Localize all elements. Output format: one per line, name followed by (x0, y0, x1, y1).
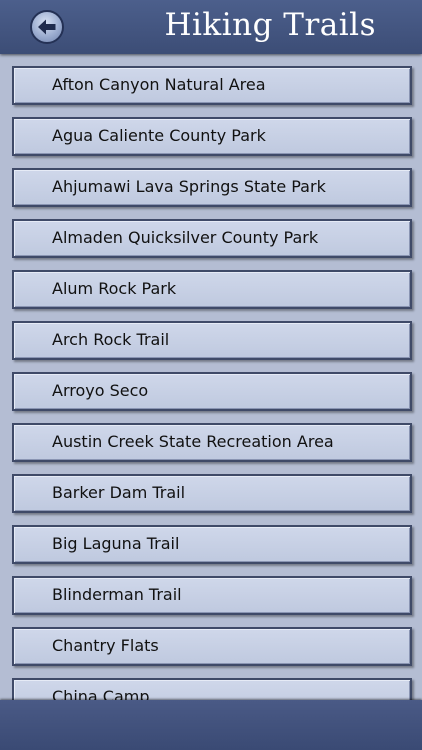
bottom-bar (0, 700, 422, 750)
list-item[interactable]: Almaden Quicksilver County Park (12, 219, 412, 258)
header-bar: Hiking Trails (0, 0, 422, 54)
list-item[interactable]: Blinderman Trail (12, 576, 412, 615)
list-item[interactable]: Agua Caliente County Park (12, 117, 412, 156)
list-item[interactable]: Big Laguna Trail (12, 525, 412, 564)
back-button[interactable] (30, 10, 64, 44)
list-item-label: Barker Dam Trail (52, 483, 186, 502)
list-item-label: Chantry Flats (52, 636, 159, 655)
list-item-label: Arroyo Seco (52, 381, 149, 400)
list-item-label: Almaden Quicksilver County Park (52, 228, 319, 247)
list-item[interactable]: Alum Rock Park (12, 270, 412, 309)
list-item-label: Big Laguna Trail (52, 534, 180, 553)
list-item[interactable]: China Camp (12, 678, 412, 700)
list-item-label: Afton Canyon Natural Area (52, 75, 266, 94)
list-item[interactable]: Austin Creek State Recreation Area (12, 423, 412, 462)
back-arrow-icon (38, 19, 56, 35)
list-item[interactable]: Arch Rock Trail (12, 321, 412, 360)
list-item[interactable]: Chantry Flats (12, 627, 412, 666)
list-item-label: Agua Caliente County Park (52, 126, 266, 145)
list-item-label: Alum Rock Park (52, 279, 177, 298)
list-item-label: Ahjumawi Lava Springs State Park (52, 177, 326, 196)
list-item-label: China Camp (52, 687, 150, 700)
list-item-label: Blinderman Trail (52, 585, 182, 604)
list-item[interactable]: Barker Dam Trail (12, 474, 412, 513)
list-item-label: Austin Creek State Recreation Area (52, 432, 334, 451)
trail-list-container[interactable]: Afton Canyon Natural Area Agua Caliente … (0, 54, 422, 700)
page-title: Hiking Trails (164, 7, 376, 43)
list-item[interactable]: Afton Canyon Natural Area (12, 66, 412, 105)
list-item[interactable]: Ahjumawi Lava Springs State Park (12, 168, 412, 207)
list-item-label: Arch Rock Trail (52, 330, 170, 349)
trail-list: Afton Canyon Natural Area Agua Caliente … (12, 66, 412, 700)
list-item[interactable]: Arroyo Seco (12, 372, 412, 411)
